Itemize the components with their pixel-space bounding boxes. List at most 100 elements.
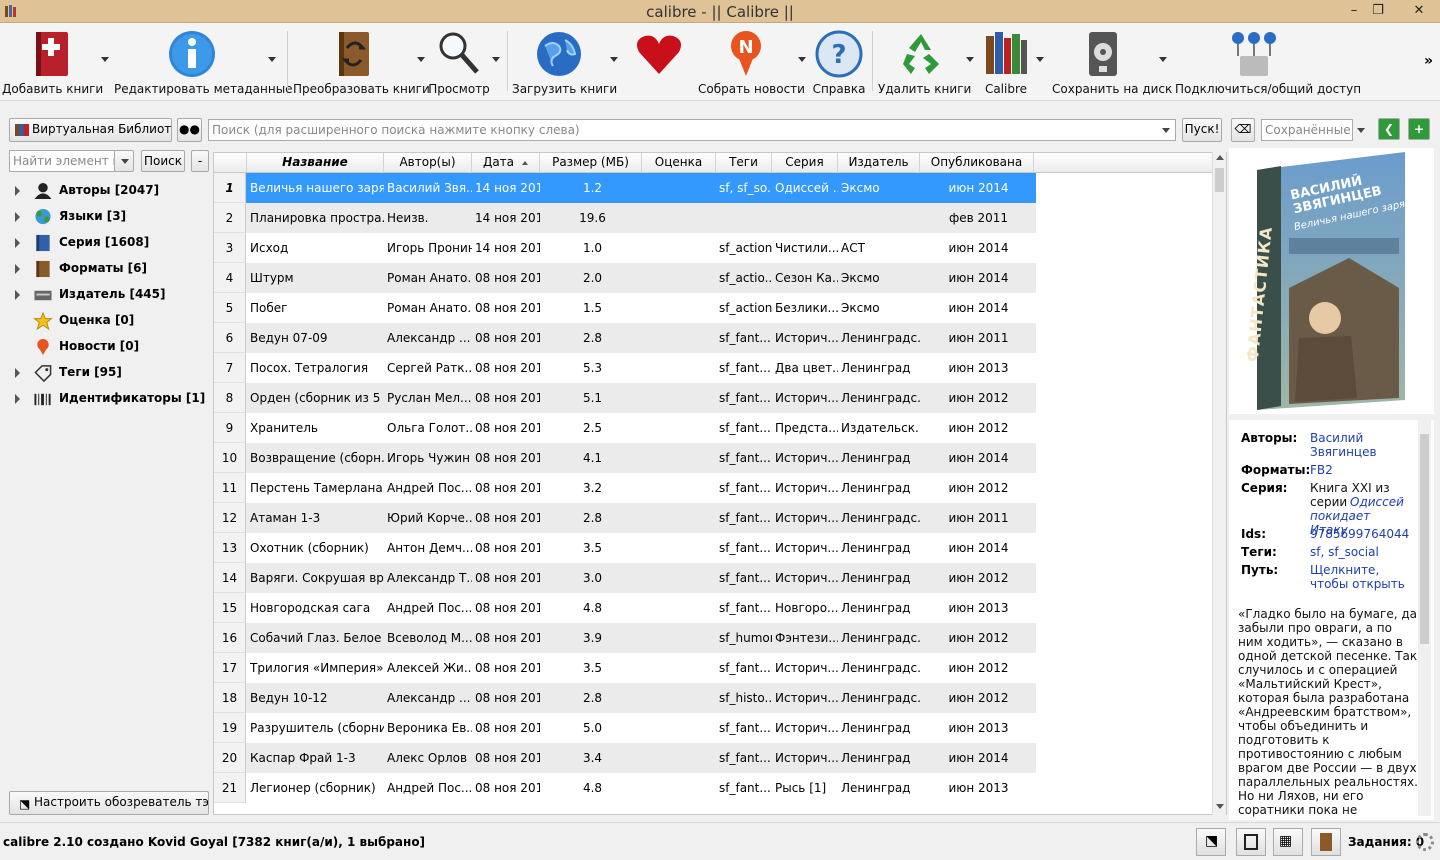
table-row[interactable]: 9 Хранитель Ольга Голот...08 ноя 2014 2.5 sf…	[214, 413, 1036, 443]
table-row[interactable]: 19 Разрушитель (сборник) Вероника Ев... 08 …	[214, 713, 1036, 743]
column-header-7[interactable]: Издатель	[838, 153, 920, 173]
table-row[interactable]: 6 Ведун 07-09 Александр ... 08 ноя 2014 2.8 s…	[214, 323, 1036, 353]
column-header-2[interactable]: Дата	[472, 153, 540, 173]
tag-category-5[interactable]: Оценка [0]	[0, 308, 212, 334]
copy-search-button[interactable]: ❮	[1378, 118, 1400, 140]
remove-books-button[interactable]: Удалить книги	[878, 23, 971, 101]
get-books-dropdown[interactable]	[610, 57, 618, 62]
fetch-news-button[interactable]: N Собрать новости	[698, 23, 805, 101]
tag-category-4[interactable]: Издатель [445]	[0, 282, 212, 308]
table-row[interactable]: 12 Атаман 1-3 Юрий Корче...08 ноя 2014 2.8 s…	[214, 503, 1036, 533]
connect-share-button[interactable]: Подключиться/общий доступ	[1175, 23, 1361, 101]
convert-books-dropdown[interactable]	[417, 57, 425, 62]
tag-find-button[interactable]: Поиск	[141, 150, 185, 172]
tag-browser-toggle-button[interactable]: ⬔	[1196, 828, 1226, 856]
table-row[interactable]: 10 Возвращение (сборн... Игорь Чужин 08 ноя…	[214, 443, 1036, 473]
table-row[interactable]: 8 Орден (сборник из 5 ... Руслан Мел... 08 …	[214, 383, 1036, 413]
edit-metadata-button[interactable]: Редактировать метаданные	[114, 23, 293, 101]
expand-arrow-icon[interactable]	[15, 394, 20, 404]
tag-category-8[interactable]: Идентификаторы [1]	[0, 386, 212, 412]
expand-arrow-icon[interactable]	[15, 238, 20, 248]
tag-find-input[interactable]: Найти элемент в ...	[9, 150, 119, 172]
path-link[interactable]: Щелкните, чтобы открыть	[1310, 563, 1410, 591]
scroll-up-arrow[interactable]	[1216, 155, 1224, 160]
tag-find-history-dropdown[interactable]	[114, 150, 134, 172]
authors-link[interactable]: Василий Звягинцев	[1310, 431, 1420, 459]
column-header-0[interactable]: Название	[247, 153, 384, 173]
saved-searches-select[interactable]: Сохранённые ...	[1261, 119, 1353, 141]
book-list-scrollbar[interactable]	[1212, 152, 1226, 815]
ids-link[interactable]: 9785699764044	[1310, 527, 1420, 541]
tag-collapse-button[interactable]: -	[191, 150, 209, 172]
edit-metadata-dropdown[interactable]	[268, 57, 276, 62]
table-row[interactable]: 14 Варяги. Сокрушая вр... Александр Т... 08…	[214, 563, 1036, 593]
add-books-button[interactable]: Добавить книги	[2, 23, 103, 101]
add-books-dropdown[interactable]	[101, 57, 109, 62]
tag-category-0[interactable]: Авторы [2047]	[0, 178, 212, 204]
scroll-thumb[interactable]	[1215, 168, 1224, 192]
tag-category-2[interactable]: Серия [1608]	[0, 230, 212, 256]
tag-category-6[interactable]: Новости [0]	[0, 334, 212, 360]
calibre-library-button[interactable]: Calibre	[978, 23, 1034, 101]
formats-link[interactable]: FB2	[1310, 463, 1420, 477]
close-button[interactable]: ✕	[1398, 0, 1440, 22]
column-header-3[interactable]: Размер (МБ)	[540, 153, 642, 173]
search-input[interactable]: Поиск (для расширенного поиска нажмите к…	[208, 119, 1176, 141]
column-header-4[interactable]: Оценка	[642, 153, 716, 173]
table-row[interactable]: 2 Планировка простра...Неизв. 14 ноя 2014 1…	[214, 203, 1036, 233]
book-details-toggle-button[interactable]	[1236, 828, 1266, 856]
table-row[interactable]: 4 Штурм Роман Анато...08 ноя 2014 2.0 sf_act…	[214, 263, 1036, 293]
save-to-disk-button[interactable]: Сохранить на диск	[1052, 23, 1172, 101]
save-search-button[interactable]: +	[1408, 118, 1430, 140]
convert-books-button[interactable]: Преобразовать книги	[293, 23, 430, 101]
table-row[interactable]: 7 Посох. Тетралогия Сергей Ратк... 08 ноя 2…	[214, 353, 1036, 383]
help-button[interactable]: ? Справка	[810, 23, 868, 101]
table-row[interactable]: 17 Трилогия «Империя» Алексей Жи... 08 ноя …	[214, 653, 1036, 683]
table-row[interactable]: 15 Новгородская сага Андрей Пос... 08 ноя 2…	[214, 593, 1036, 623]
fetch-news-dropdown[interactable]	[798, 57, 806, 62]
table-row[interactable]: 18 Ведун 10-12 Александр ... 08 ноя 2014 2.8…	[214, 683, 1036, 713]
configure-tag-browser-button[interactable]: ⬔ Настроить обозреватель тэгов	[9, 791, 209, 815]
column-header-1[interactable]: Автор(ы)	[384, 153, 472, 173]
advanced-search-button[interactable]: ●●	[177, 118, 202, 142]
donate-button[interactable]	[628, 23, 690, 101]
table-row[interactable]: 20 Каспар Фрай 1-3 Алекс Орлов 08 ноя 2014 3…	[214, 743, 1036, 773]
expand-arrow-icon[interactable]	[15, 212, 20, 222]
tag-category-3[interactable]: Форматы [6]	[0, 256, 212, 282]
virtual-library-button[interactable]: Виртуальная Библиотека	[9, 118, 172, 142]
table-row[interactable]: 21 Легионер (сборник) Андрей Пос... 08 ноя …	[214, 773, 1036, 803]
view-dropdown[interactable]	[492, 57, 500, 62]
get-books-button[interactable]: Загрузить книги	[512, 23, 617, 101]
table-row[interactable]: 1Величья нашего заря....Василий Звя...14…	[214, 173, 1036, 203]
search-history-dropdown[interactable]	[1162, 128, 1170, 133]
tags-link[interactable]: sf, sf_social	[1310, 545, 1420, 559]
details-scrollbar[interactable]	[1418, 420, 1431, 816]
column-header-6[interactable]: Серия	[772, 153, 838, 173]
maximize-button[interactable]: ❐	[1363, 0, 1393, 22]
tag-category-1[interactable]: Языки [3]	[0, 204, 212, 230]
table-row[interactable]: 3 Исход Игорь Пронин14 ноя 2014 1.0 sf_actio…	[214, 233, 1036, 263]
clear-search-button[interactable]: ⌫	[1231, 118, 1255, 142]
table-row[interactable]: 16 Собачий Глаз. Белое ... Всеволод М... 08…	[214, 623, 1036, 653]
book-cover[interactable]: ВАСИЛИЙ ЗВЯГИНЦЕВ Величья нашего заря ФА…	[1229, 148, 1434, 414]
scroll-down-arrow[interactable]	[1216, 804, 1224, 809]
calibre-library-dropdown[interactable]	[1036, 57, 1044, 62]
column-header-5[interactable]: Теги	[716, 153, 772, 173]
remove-books-dropdown[interactable]	[966, 57, 974, 62]
toolbar-more-button[interactable]: »	[1424, 53, 1433, 69]
cover-grid-toggle-button[interactable]: ▦	[1273, 828, 1303, 856]
expand-arrow-icon[interactable]	[15, 290, 20, 300]
table-row[interactable]: 5 Побег Роман Анато...08 ноя 2014 1.5 sf_act…	[214, 293, 1036, 323]
expand-arrow-icon[interactable]	[15, 368, 20, 378]
table-row[interactable]: 13 Охотник (сборник) Антон Демч... 08 ноя 2…	[214, 533, 1036, 563]
save-to-disk-dropdown[interactable]	[1159, 57, 1167, 62]
details-scroll-thumb[interactable]	[1420, 434, 1429, 644]
view-button[interactable]: Просмотр	[428, 23, 490, 101]
column-header-8[interactable]: Опубликована	[920, 153, 1034, 173]
jobs-label[interactable]: Задания: 0	[1348, 835, 1424, 849]
expand-arrow-icon[interactable]	[15, 186, 20, 196]
tag-category-7[interactable]: Теги [95]	[0, 360, 212, 386]
search-go-button[interactable]: Пуск!	[1182, 118, 1222, 142]
cover-browser-toggle-button[interactable]	[1311, 828, 1341, 856]
table-row[interactable]: 11 Перстень Тамерлана. ...Андрей Пос...08…	[214, 473, 1036, 503]
